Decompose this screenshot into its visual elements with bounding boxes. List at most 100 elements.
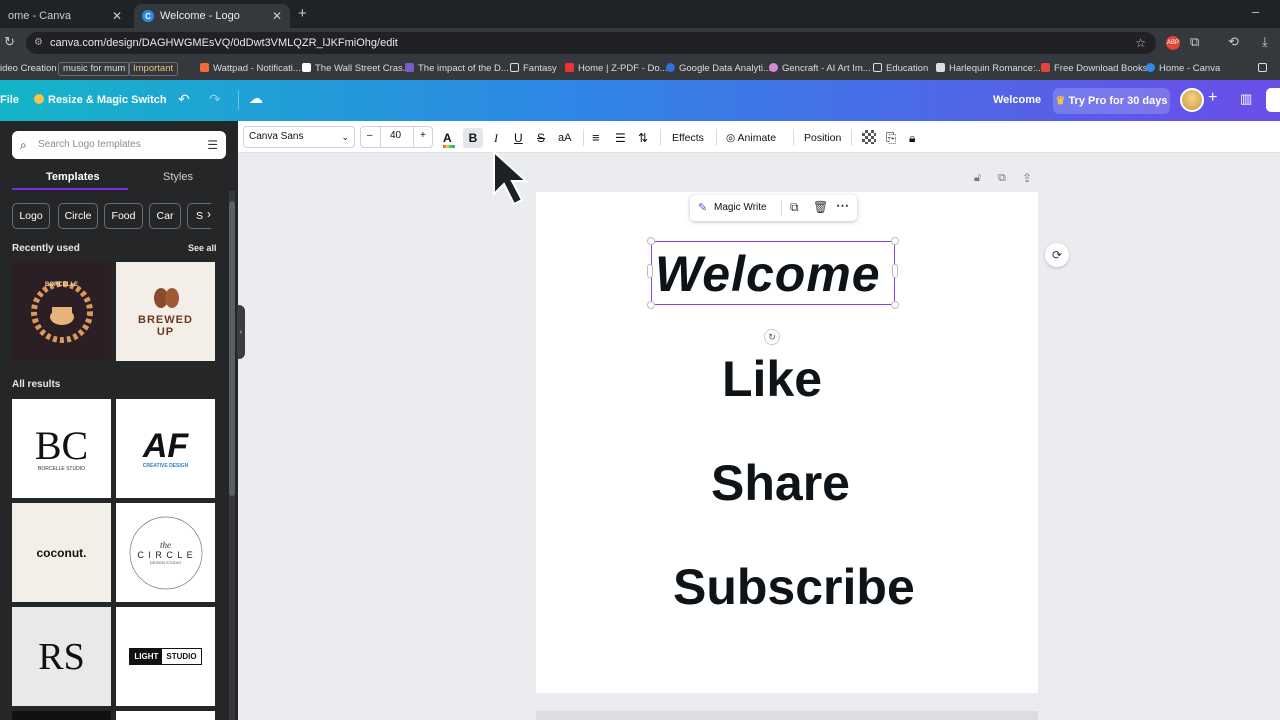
template-borcelle-coffee[interactable]: BORCELLE bbox=[12, 262, 111, 361]
magic-write-button[interactable]: Magic Write bbox=[714, 202, 767, 213]
extensions-icon[interactable]: ⧉ bbox=[1190, 34, 1199, 50]
bookmark-folder-overflow[interactable] bbox=[1258, 62, 1271, 76]
cloud-saved-icon[interactable]: ☁ bbox=[249, 90, 263, 107]
chip-logo[interactable]: Logo bbox=[12, 203, 50, 229]
template-partial[interactable] bbox=[116, 711, 215, 720]
see-all-link[interactable]: See all bbox=[188, 243, 217, 253]
bookmark-music-for-mum[interactable]: music for mum bbox=[58, 62, 131, 76]
resize-handle[interactable] bbox=[647, 301, 655, 309]
minimize-button[interactable]: – bbox=[1252, 4, 1259, 19]
decrease-size-button[interactable]: – bbox=[367, 130, 373, 141]
template-coconut[interactable]: coconut. bbox=[12, 503, 111, 602]
font-size-input[interactable]: 40 bbox=[390, 130, 401, 141]
bookmark-harlequin[interactable]: Harlequin Romance:... bbox=[936, 62, 1044, 76]
bookmark-gencraft[interactable]: Gencraft - AI Art Im... bbox=[769, 62, 871, 76]
align-center-icon[interactable]: ≡ bbox=[592, 128, 600, 148]
increase-size-button[interactable]: + bbox=[420, 130, 426, 141]
comment-icon[interactable]: ⟳ bbox=[1045, 243, 1069, 267]
template-brewed-up[interactable]: BREWED UP bbox=[116, 262, 215, 361]
close-icon[interactable]: ✕ bbox=[272, 9, 282, 23]
page-lock-icon[interactable]: 🔓︎ bbox=[974, 172, 981, 185]
chip-car[interactable]: Car bbox=[149, 203, 181, 229]
browser-tab-welcome-logo[interactable]: C Welcome - Logo ✕ bbox=[134, 4, 290, 28]
document-title[interactable]: Welcome bbox=[993, 94, 1041, 106]
resize-handle[interactable] bbox=[647, 264, 653, 278]
tab-templates[interactable]: Templates bbox=[46, 171, 100, 183]
bookmark-home-canva[interactable]: Home - Canva bbox=[1146, 62, 1220, 76]
try-pro-button[interactable]: ♛ Try Pro for 30 days bbox=[1053, 88, 1170, 114]
chip-food[interactable]: Food bbox=[104, 203, 143, 229]
template-partial[interactable] bbox=[12, 711, 111, 720]
bookmark-wall-street[interactable]: The Wall Street Cras... bbox=[302, 62, 411, 76]
canvas-text-like[interactable]: Like bbox=[722, 350, 822, 408]
sidebar-scrollbar[interactable] bbox=[229, 201, 235, 496]
reload-icon[interactable]: ↻ bbox=[4, 34, 15, 50]
resize-handle[interactable] bbox=[891, 301, 899, 309]
chevron-right-icon[interactable]: › bbox=[207, 207, 211, 221]
underline-button[interactable]: U bbox=[514, 128, 523, 148]
copy-style-icon[interactable]: ⎘ bbox=[886, 128, 896, 148]
effects-button[interactable]: Effects bbox=[672, 128, 704, 148]
resize-handle[interactable] bbox=[892, 264, 898, 278]
line-spacing-icon[interactable]: ⇅ bbox=[638, 128, 648, 148]
duplicate-page-icon[interactable]: ⧉ bbox=[998, 172, 1006, 185]
bold-button[interactable]: B bbox=[463, 128, 483, 148]
adblock-extension-icon[interactable]: ABP bbox=[1166, 36, 1180, 50]
filter-icon[interactable]: ☰ bbox=[207, 131, 218, 159]
collapse-panel-handle[interactable]: ‹ bbox=[237, 305, 245, 359]
chip-circle[interactable]: Circle bbox=[58, 203, 98, 229]
browser-tab-home-canva[interactable]: ome - Canva ✕ bbox=[0, 4, 130, 28]
template-circle-design[interactable]: the C I R C L E DESIGN STUDIO bbox=[116, 503, 215, 602]
bookmark-wattpad[interactable]: Wattpad - Notificati... bbox=[200, 62, 301, 76]
animate-button[interactable]: ◎ Animate bbox=[726, 128, 776, 148]
template-rs-monogram[interactable]: RS bbox=[12, 607, 111, 706]
position-button[interactable]: Position bbox=[804, 128, 841, 148]
transparency-icon[interactable] bbox=[862, 130, 876, 144]
undo-icon[interactable]: ↶ bbox=[178, 91, 190, 108]
bulleted-list-icon[interactable]: ☰ bbox=[615, 128, 626, 148]
bookmark-video-creation[interactable]: ideo Creation bbox=[0, 62, 57, 76]
template-af-creative[interactable]: AF CREATIVE DESIGN bbox=[116, 399, 215, 498]
template-borcelle-studio[interactable]: BC BORCELLE STUDIO bbox=[12, 399, 111, 498]
avatar[interactable] bbox=[1180, 88, 1204, 112]
history-icon[interactable]: ⟲ bbox=[1228, 34, 1239, 50]
bookmark-z-pdf[interactable]: Home | Z-PDF - Do... bbox=[565, 62, 668, 76]
bookmark-google-data[interactable]: Google Data Analyti... bbox=[666, 62, 771, 76]
template-light-studio[interactable]: LIGHT STUDIO bbox=[116, 607, 215, 706]
redo-icon[interactable]: ↷ bbox=[209, 91, 221, 108]
font-family-dropdown[interactable]: Canva Sans ⌄ bbox=[243, 126, 355, 148]
file-menu-button[interactable]: File bbox=[0, 94, 19, 106]
bookmark-important[interactable]: Important bbox=[128, 62, 179, 76]
bookmark-fantasy[interactable]: Fantasy bbox=[510, 62, 557, 76]
resize-magic-switch-button[interactable]: Resize & Magic Switch bbox=[34, 94, 167, 106]
canvas-text-share[interactable]: Share bbox=[711, 454, 850, 512]
resize-handle[interactable] bbox=[647, 237, 655, 245]
bookmark-free-books[interactable]: Free Download Books bbox=[1041, 62, 1147, 76]
template-search-input[interactable]: ⌕ Search Logo templates ☰ bbox=[12, 131, 226, 159]
bookmark-education[interactable]: Education bbox=[873, 62, 928, 76]
more-options-icon[interactable]: ⋯ bbox=[836, 198, 849, 214]
rotate-icon[interactable]: ↻ bbox=[764, 329, 780, 345]
add-collaborator-button[interactable]: + bbox=[1208, 89, 1217, 107]
letter-case-button[interactable]: aA bbox=[558, 128, 571, 148]
trash-icon[interactable]: 🗑︎ bbox=[813, 200, 828, 214]
bookmark-impact[interactable]: The impact of the D... bbox=[405, 62, 509, 76]
share-button[interactable] bbox=[1266, 88, 1280, 112]
italic-button[interactable]: I bbox=[488, 128, 504, 148]
new-tab-button[interactable]: + bbox=[298, 5, 307, 22]
canvas-text-subscribe[interactable]: Subscribe bbox=[673, 558, 915, 616]
site-info-icon[interactable]: ⚙ bbox=[34, 32, 43, 54]
tab-styles[interactable]: Styles bbox=[163, 171, 193, 183]
add-page-icon[interactable]: ⇪ bbox=[1022, 171, 1032, 185]
lock-icon[interactable]: 🔒︎ bbox=[909, 128, 915, 148]
url-field[interactable]: ⚙ canva.com/design/DAGHWGMEsVQ/0dDwt3VML… bbox=[26, 32, 1156, 54]
duplicate-icon[interactable]: ⧉ bbox=[790, 200, 799, 215]
insights-chart-icon[interactable]: ▥ bbox=[1240, 91, 1252, 107]
bookmark-star-icon[interactable]: ☆ bbox=[1135, 32, 1146, 54]
download-icon[interactable]: ⤓ bbox=[1262, 34, 1268, 50]
canvas-text-welcome[interactable]: Welcome bbox=[655, 245, 881, 303]
close-icon[interactable]: ✕ bbox=[112, 9, 122, 23]
resize-handle[interactable] bbox=[891, 237, 899, 245]
strikethrough-button[interactable]: S bbox=[537, 128, 545, 148]
text-color-icon[interactable]: A bbox=[443, 128, 455, 148]
